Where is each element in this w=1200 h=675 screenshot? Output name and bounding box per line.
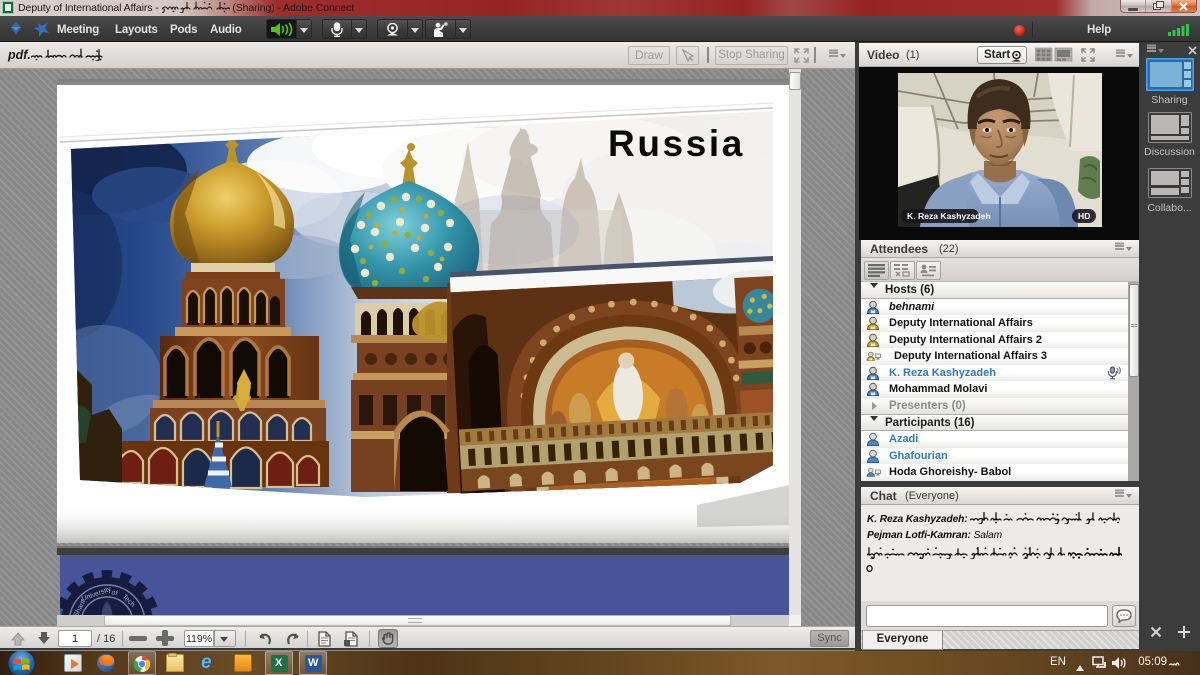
svg-text:Russia: Russia <box>608 123 745 164</box>
svg-text:K. Reza Kashyzadeh: K. Reza Kashyzadeh <box>907 211 991 221</box>
svg-text:HD: HD <box>1078 211 1090 221</box>
